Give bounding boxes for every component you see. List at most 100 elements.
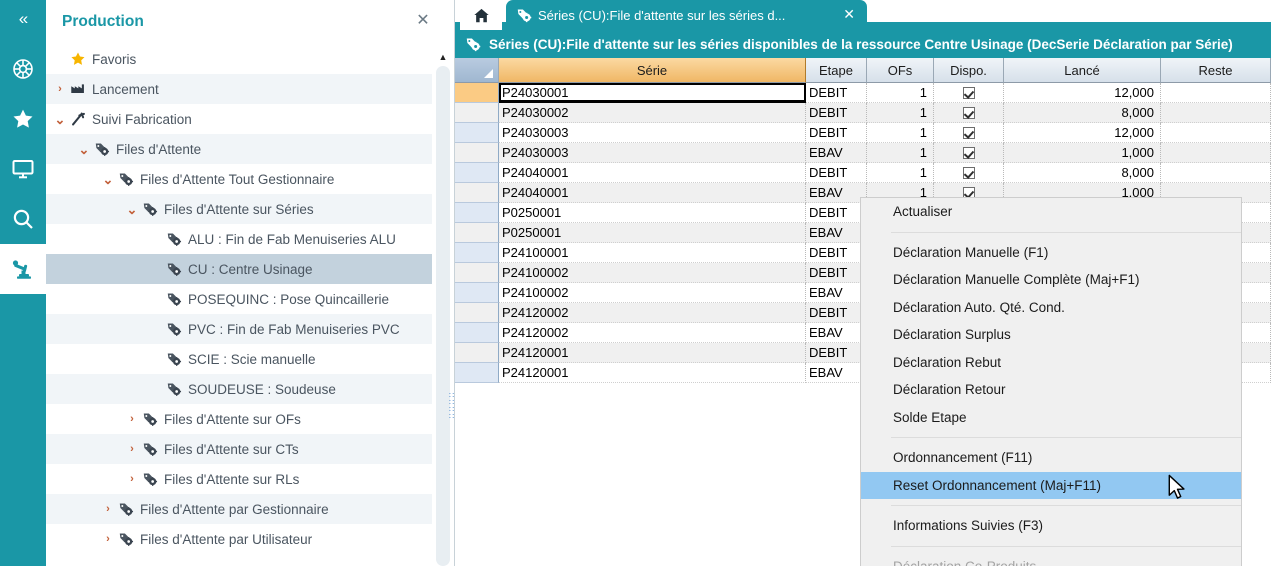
table-row[interactable]: P24040001DEBIT18,000: [455, 163, 1271, 183]
chevron-right-icon[interactable]: ›: [124, 473, 140, 485]
table-cell-etape[interactable]: EBAV: [806, 363, 867, 383]
tree-item[interactable]: ALU : Fin de Fab Menuiseries ALU: [46, 224, 432, 254]
tree-item[interactable]: SCIE : Scie manuelle: [46, 344, 432, 374]
robot-arm-icon[interactable]: [0, 244, 46, 294]
tree-item[interactable]: ›Files d'Attente sur CTs: [46, 434, 432, 464]
tree-item[interactable]: ›Files d'Attente sur OFs: [46, 404, 432, 434]
settings-wheel-icon[interactable]: [0, 44, 46, 94]
menu-item[interactable]: Déclaration Manuelle (F1): [861, 239, 1241, 267]
chevron-down-icon[interactable]: ⌄: [100, 175, 116, 184]
menu-item[interactable]: Ordonnancement (F11): [861, 444, 1241, 472]
table-cell-etape[interactable]: DEBIT: [806, 263, 867, 283]
collapse-chevrons-icon[interactable]: «: [0, 0, 46, 38]
table-cell-serie[interactable]: P24120001: [499, 363, 806, 383]
table-cell-dispo[interactable]: [934, 83, 1004, 103]
table-cell-dispo[interactable]: [934, 103, 1004, 123]
table-row[interactable]: P24030003DEBIT1 12,000: [455, 123, 1271, 143]
table-cell-serie[interactable]: P24100001: [499, 243, 806, 263]
menu-item[interactable]: Solde Etape: [861, 404, 1241, 432]
column-header[interactable]: Lancé: [1004, 58, 1161, 83]
menu-item[interactable]: Déclaration Retour: [861, 376, 1241, 404]
column-header[interactable]: Etape: [806, 58, 867, 83]
tree-item[interactable]: SOUDEUSE : Soudeuse: [46, 374, 432, 404]
row-gutter[interactable]: [455, 323, 499, 343]
checkbox-checked-icon[interactable]: [963, 127, 975, 139]
table-cell-serie[interactable]: P24120002: [499, 303, 806, 323]
table-cell-ofs[interactable]: 1: [867, 103, 934, 123]
star-icon[interactable]: [0, 94, 46, 144]
monitor-icon[interactable]: [0, 144, 46, 194]
table-cell-serie[interactable]: P24030003: [499, 143, 806, 163]
column-header[interactable]: [455, 58, 499, 83]
table-cell-lance[interactable]: 8,000: [1004, 163, 1161, 183]
row-gutter[interactable]: [455, 143, 499, 163]
chevron-down-icon[interactable]: ⌄: [76, 145, 92, 154]
scrollbar-track[interactable]: [436, 66, 450, 566]
checkbox-checked-icon[interactable]: [963, 147, 975, 159]
row-gutter[interactable]: [455, 283, 499, 303]
table-cell-etape[interactable]: DEBIT: [806, 103, 867, 123]
table-cell-reste[interactable]: [1161, 83, 1271, 103]
table-cell-reste[interactable]: [1161, 103, 1271, 123]
table-cell-etape[interactable]: EBAV: [806, 323, 867, 343]
table-cell-serie[interactable]: P24040001: [499, 183, 806, 203]
table-cell-dispo[interactable]: [934, 143, 1004, 163]
chevron-right-icon[interactable]: ›: [100, 533, 116, 545]
row-gutter[interactable]: [455, 163, 499, 183]
row-gutter[interactable]: [455, 343, 499, 363]
tree-item[interactable]: ⌄Suivi Fabrication: [46, 104, 432, 134]
chevron-down-icon[interactable]: ⌄: [124, 205, 140, 214]
menu-item[interactable]: Actualiser: [861, 198, 1241, 226]
table-cell-etape[interactable]: EBAV: [806, 283, 867, 303]
table-cell-lance[interactable]: 12,000: [1004, 123, 1161, 143]
table-cell-serie[interactable]: P24120002: [499, 323, 806, 343]
tree-item[interactable]: ›Files d'Attente par Utilisateur: [46, 524, 432, 554]
row-gutter[interactable]: [455, 263, 499, 283]
row-gutter[interactable]: [455, 123, 499, 143]
row-gutter[interactable]: [455, 203, 499, 223]
row-gutter[interactable]: [455, 83, 499, 103]
tab-home[interactable]: [460, 0, 502, 30]
table-cell-reste[interactable]: [1161, 163, 1271, 183]
checkbox-checked-icon[interactable]: [963, 167, 975, 179]
chevron-right-icon[interactable]: ›: [52, 83, 68, 95]
column-header[interactable]: OFs: [867, 58, 934, 83]
table-cell-serie[interactable]: P24100002: [499, 283, 806, 303]
table-cell-serie[interactable]: P24030003: [499, 123, 806, 143]
table-cell-etape[interactable]: DEBIT: [806, 303, 867, 323]
row-gutter[interactable]: [455, 303, 499, 323]
table-cell-serie[interactable]: P0250001: [499, 203, 806, 223]
tree-item[interactable]: ›Files d'Attente sur RLs: [46, 464, 432, 494]
row-gutter[interactable]: [455, 103, 499, 123]
tree-item[interactable]: CU : Centre Usinage: [46, 254, 432, 284]
table-row[interactable]: P24030001DEBIT112,000: [455, 83, 1271, 103]
table-cell-lance[interactable]: 1,000: [1004, 143, 1161, 163]
table-cell-dispo[interactable]: [934, 163, 1004, 183]
column-header[interactable]: Reste: [1161, 58, 1271, 83]
row-gutter[interactable]: [455, 223, 499, 243]
search-icon[interactable]: [0, 194, 46, 244]
table-row[interactable]: P24030002DEBIT18,000: [455, 103, 1271, 123]
table-cell-lance[interactable]: 12,000: [1004, 83, 1161, 103]
table-cell-dispo[interactable]: [934, 123, 1004, 143]
table-cell-serie[interactable]: P0250001: [499, 223, 806, 243]
table-row[interactable]: P24030003EBAV11,000: [455, 143, 1271, 163]
table-cell-serie[interactable]: P24040001: [499, 163, 806, 183]
table-cell-etape[interactable]: EBAV: [806, 143, 867, 163]
table-cell-reste[interactable]: [1161, 123, 1271, 143]
menu-item[interactable]: Déclaration Surplus: [861, 321, 1241, 349]
table-cell-serie[interactable]: P24100002: [499, 263, 806, 283]
table-cell-reste[interactable]: [1161, 143, 1271, 163]
tree-item[interactable]: ⌄Files d'Attente: [46, 134, 432, 164]
chevron-right-icon[interactable]: ›: [100, 503, 116, 515]
menu-item[interactable]: Informations Suivies (F3): [861, 512, 1241, 540]
table-cell-etape[interactable]: DEBIT: [806, 203, 867, 223]
table-cell-serie[interactable]: P24030002: [499, 103, 806, 123]
row-gutter[interactable]: [455, 363, 499, 383]
table-cell-ofs[interactable]: 1: [867, 163, 934, 183]
close-icon[interactable]: ✕: [414, 13, 432, 31]
table-cell-ofs[interactable]: 1: [867, 123, 934, 143]
table-cell-serie[interactable]: P24120001: [499, 343, 806, 363]
checkbox-checked-icon[interactable]: [963, 87, 975, 99]
table-cell-etape[interactable]: DEBIT: [806, 123, 867, 143]
